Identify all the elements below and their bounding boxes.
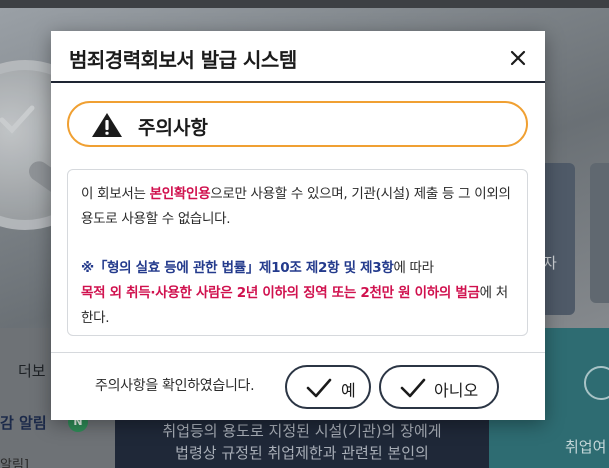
alert-link[interactable]: 감 알림 bbox=[0, 412, 47, 433]
alert-subtext: 알림] bbox=[0, 458, 29, 468]
caution-modal: 범죄경력회보서 발급 시스템 주의사항 이 회보서는 본인확인용으로만 사용할 … bbox=[51, 31, 545, 420]
yes-button[interactable]: 예 bbox=[285, 365, 371, 409]
check-icon bbox=[400, 378, 426, 398]
close-button[interactable] bbox=[505, 45, 531, 71]
warning-icon bbox=[92, 113, 122, 137]
modal-header: 범죄경력회보서 발급 시스템 bbox=[51, 31, 545, 83]
service-card-text: 자 bbox=[543, 254, 557, 272]
caution-text: 이 회보서는 bbox=[81, 186, 150, 202]
yes-button-label: 예 bbox=[341, 381, 356, 400]
service-card-edge bbox=[590, 163, 609, 303]
caution-paragraph-1: 이 회보서는 본인확인용으로만 사용할 수 있으며, 기관(시설) 제출 등 그… bbox=[81, 182, 514, 232]
no-button-label: 아니오 bbox=[434, 381, 479, 400]
no-button[interactable]: 아니오 bbox=[379, 365, 499, 409]
penalty-highlight: 목적 외 취득·사용한 사람은 2년 이하의 징역 또는 2천만 원 이하의 벌… bbox=[81, 285, 480, 301]
employment-panel-label: 취업여 bbox=[565, 438, 607, 456]
caution-highlight: 본인확인용 bbox=[149, 186, 211, 202]
top-bar bbox=[0, 0, 609, 8]
caution-content: 이 회보서는 본인확인용으로만 사용할 수 있으며, 기관(시설) 제출 등 그… bbox=[67, 169, 528, 336]
confirm-label: 주의사항을 확인하였습니다. bbox=[95, 378, 255, 394]
info-line-2: 법령상 규정된 취업제한과 관련된 본인의 bbox=[175, 444, 429, 462]
more-link[interactable]: 더보 bbox=[18, 360, 46, 381]
info-panel-text: 취업등의 용도로 지정된 시설(기관)의 장에게 법령상 규정된 취업제한과 관… bbox=[115, 420, 489, 464]
law-reference: ※「형의 실효 등에 관한 법률」제10조 제2항 및 제3항 bbox=[81, 260, 394, 276]
caution-title: 주의사항 bbox=[138, 117, 208, 139]
caution-paragraph-2: ※「형의 실효 등에 관한 법률」제10조 제2항 및 제3항에 따라목적 외 … bbox=[81, 256, 514, 331]
caution-text: 에 따라 bbox=[393, 260, 434, 276]
info-line-1: 취업등의 용도로 지정된 시설(기관)의 장에게 bbox=[162, 422, 442, 440]
caution-banner: 주의사항 bbox=[67, 101, 528, 147]
modal-title: 범죄경력회보서 발급 시스템 bbox=[69, 48, 297, 72]
close-icon bbox=[510, 50, 526, 66]
check-icon bbox=[0, 105, 35, 134]
modal-footer: 주의사항을 확인하였습니다. 예 아니오 bbox=[51, 352, 545, 420]
check-icon bbox=[306, 378, 332, 398]
